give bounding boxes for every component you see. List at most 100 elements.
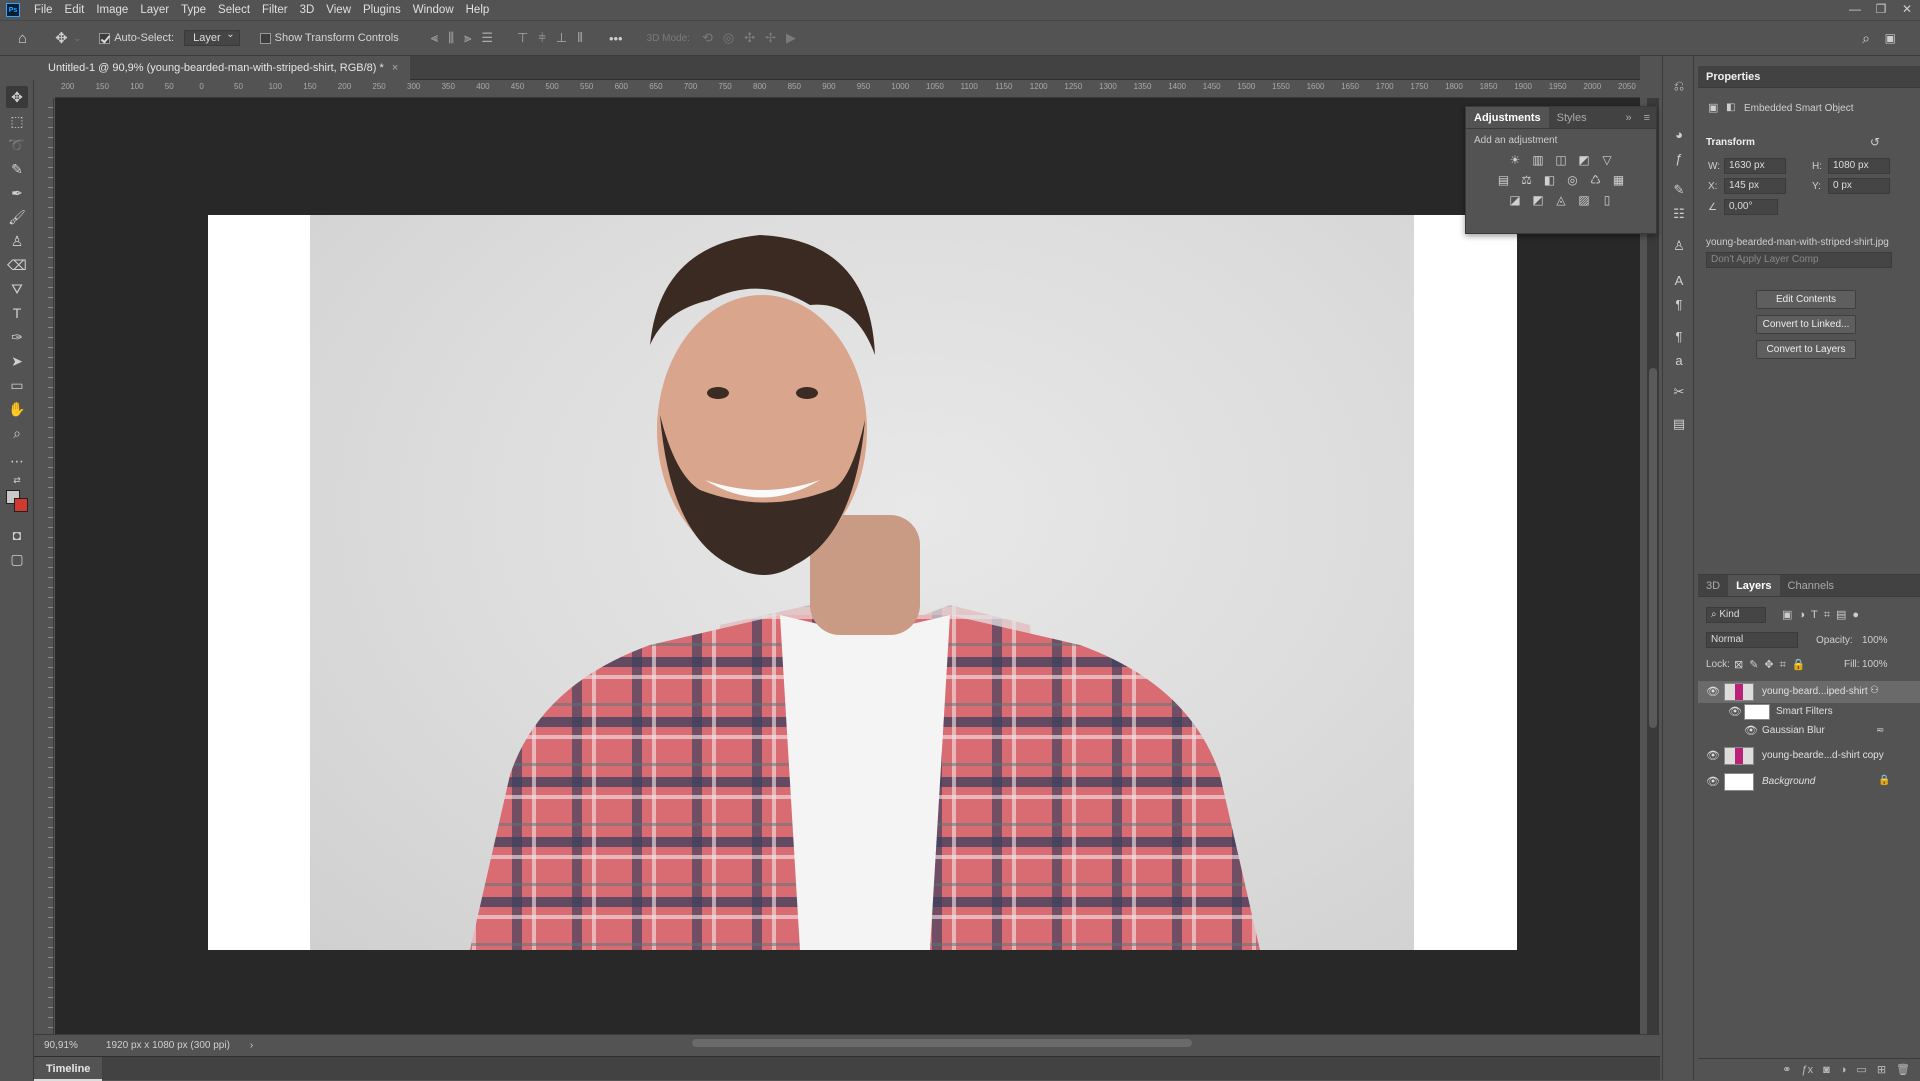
lock-icons[interactable]: ⊠✎✥⌗🔒 bbox=[1734, 658, 1812, 672]
marquee-tool-icon[interactable]: ⬚ bbox=[6, 110, 28, 132]
close-window-button[interactable]: ✕ bbox=[1894, 0, 1920, 20]
panel-menu-icon[interactable]: ≡ bbox=[1638, 107, 1656, 128]
restore-button[interactable]: ❐ bbox=[1868, 0, 1894, 20]
vibrance-icon[interactable]: ▽ bbox=[1599, 152, 1615, 168]
edit-contents-button[interactable]: Edit Contents bbox=[1756, 290, 1856, 309]
menu-window[interactable]: Window bbox=[407, 4, 460, 16]
pen-tool-icon[interactable]: ✑ bbox=[6, 326, 28, 348]
color-lookup-icon[interactable]: ▦ bbox=[1611, 172, 1627, 188]
menu-help[interactable]: Help bbox=[460, 4, 496, 16]
portrait-photo[interactable] bbox=[310, 215, 1414, 950]
zoom-level[interactable]: 90,91% bbox=[44, 1040, 78, 1051]
auto-select-checkbox[interactable]: Auto-Select: bbox=[99, 32, 174, 44]
reset-transform-icon[interactable]: ↺ bbox=[1870, 135, 1880, 149]
visibility-eye-icon[interactable]: 👁 bbox=[1706, 749, 1720, 762]
filter-options-icon[interactable]: ≂ bbox=[1876, 725, 1884, 736]
layer-mask-icon[interactable]: ◧ bbox=[1726, 102, 1735, 113]
convert-to-layers-button[interactable]: Convert to Layers bbox=[1756, 340, 1856, 359]
y-field[interactable]: 0 px bbox=[1828, 178, 1890, 194]
move-tool-icon[interactable]: ✥ bbox=[6, 86, 28, 108]
collapse-panel-icon[interactable]: » bbox=[1619, 107, 1637, 128]
show-transform-checkbox[interactable]: Show Transform Controls bbox=[259, 32, 399, 44]
color-balance-icon[interactable]: ⚖ bbox=[1519, 172, 1535, 188]
visibility-eye-icon[interactable]: 👁 bbox=[1706, 685, 1720, 698]
blend-mode-dropdown[interactable]: Normal bbox=[1706, 632, 1798, 648]
menu-view[interactable]: View bbox=[320, 4, 357, 16]
screen-mode-icon[interactable]: ▢ bbox=[6, 548, 28, 570]
camera-3d-icon[interactable]: ▶ bbox=[786, 30, 796, 46]
posterize-icon[interactable]: ◩ bbox=[1530, 192, 1546, 208]
eraser-tool-icon[interactable]: ⌫ bbox=[6, 254, 28, 276]
layer-row-background[interactable]: 👁 Background 🔒 bbox=[1698, 771, 1920, 793]
threshold-icon[interactable]: ◬ bbox=[1553, 192, 1569, 208]
timeline-tab[interactable]: Timeline bbox=[34, 1057, 103, 1081]
swap-colors-icon[interactable]: ⇄ bbox=[6, 474, 28, 486]
glyphs-icon[interactable]: a bbox=[1669, 350, 1689, 370]
width-field[interactable]: 1630 px bbox=[1724, 158, 1786, 174]
drag-3d-icon[interactable]: ✣ bbox=[744, 30, 755, 46]
slide-3d-icon[interactable]: ✢ bbox=[765, 30, 776, 46]
history-icon[interactable]: ⎌ bbox=[1669, 76, 1689, 96]
align-top-icon[interactable]: ⊤ bbox=[517, 30, 528, 46]
menu-filter[interactable]: Filter bbox=[256, 4, 294, 16]
angle-field[interactable]: 0,00° bbox=[1724, 199, 1778, 215]
layer-filter-icons[interactable]: ▣◑T⌗▤● bbox=[1782, 608, 1865, 622]
menu-type[interactable]: Type bbox=[175, 4, 212, 16]
exposure-icon[interactable]: ◩ bbox=[1576, 152, 1592, 168]
paragraph-styles-icon[interactable]: ¶ bbox=[1669, 326, 1689, 346]
visibility-eye-icon[interactable]: 👁 bbox=[1728, 705, 1742, 718]
workspace-icon[interactable]: ▣ bbox=[1885, 31, 1896, 45]
zoom-tool-icon[interactable]: ⌕ bbox=[6, 422, 28, 444]
canvas-area[interactable] bbox=[55, 98, 1640, 1034]
tool-presets-icon[interactable]: ☷ bbox=[1669, 204, 1689, 224]
stamp-tool-icon[interactable]: ♙ bbox=[6, 230, 28, 252]
document-tab[interactable]: Untitled-1 @ 90,9% (young-bearded-man-wi… bbox=[40, 56, 411, 80]
delete-layer-icon[interactable]: 🗑 bbox=[1896, 1063, 1910, 1076]
x-field[interactable]: 145 px bbox=[1724, 178, 1786, 194]
rectangle-tool-icon[interactable]: ▭ bbox=[6, 374, 28, 396]
visibility-eye-icon[interactable]: 👁 bbox=[1706, 775, 1720, 788]
curves-icon[interactable]: ◫ bbox=[1553, 152, 1569, 168]
document-canvas[interactable] bbox=[208, 215, 1517, 950]
path-selection-tool-icon[interactable]: ➤ bbox=[6, 350, 28, 372]
invert-icon[interactable]: ◪ bbox=[1507, 192, 1523, 208]
orbit-3d-icon[interactable]: ⟲ bbox=[702, 30, 713, 46]
menu-file[interactable]: File bbox=[28, 4, 59, 16]
close-tab-icon[interactable]: × bbox=[392, 56, 398, 80]
menu-3d[interactable]: 3D bbox=[294, 4, 321, 16]
distribute-h-icon[interactable]: ☰ bbox=[481, 30, 493, 46]
visibility-eye-icon[interactable]: 👁 bbox=[1744, 724, 1758, 737]
quick-selection-tool-icon[interactable]: ✎ bbox=[6, 158, 28, 180]
fx-styles-icon[interactable]: ƒ bbox=[1669, 148, 1689, 168]
photo-filter-icon[interactable]: ◎ bbox=[1565, 172, 1581, 188]
new-adjustment-icon[interactable]: ◑ bbox=[1840, 1064, 1847, 1076]
brush-tool-icon[interactable]: 🖌 bbox=[6, 206, 28, 228]
layer-comp-dropdown[interactable]: Don't Apply Layer Comp bbox=[1706, 252, 1892, 268]
selective-color-icon[interactable]: ▨ bbox=[1576, 192, 1592, 208]
horizontal-scrollbar-thumb[interactable] bbox=[692, 1039, 1192, 1047]
tools-customize-icon[interactable]: ✂ bbox=[1669, 382, 1689, 402]
channel-mixer-icon[interactable]: ♺ bbox=[1588, 172, 1604, 188]
brush-settings-icon[interactable]: ✎ bbox=[1669, 180, 1689, 200]
horizontal-scrollbar[interactable] bbox=[260, 1036, 1630, 1050]
black-white-icon[interactable]: ◧ bbox=[1542, 172, 1558, 188]
layer-row-copy[interactable]: 👁 young-bearde...d-shirt copy bbox=[1698, 745, 1920, 767]
notes-icon[interactable]: ▤ bbox=[1669, 414, 1689, 434]
lasso-tool-icon[interactable]: ➰ bbox=[6, 134, 28, 156]
hand-tool-icon[interactable]: ✋ bbox=[6, 398, 28, 420]
color-panel-icon[interactable]: ◕ bbox=[1669, 124, 1689, 144]
fill-value[interactable]: 100% bbox=[1862, 659, 1888, 670]
menu-image[interactable]: Image bbox=[90, 4, 134, 16]
align-bottom-icon[interactable]: ⊥ bbox=[556, 30, 567, 46]
menu-edit[interactable]: Edit bbox=[59, 4, 91, 16]
paragraph-icon[interactable]: ¶ bbox=[1669, 294, 1689, 314]
add-mask-icon[interactable]: ◙ bbox=[1823, 1064, 1830, 1076]
vertical-scrollbar[interactable] bbox=[1647, 98, 1659, 1034]
vertical-scrollbar-thumb[interactable] bbox=[1649, 368, 1657, 728]
menu-plugins[interactable]: Plugins bbox=[357, 4, 407, 16]
auto-select-target-dropdown[interactable]: Layer bbox=[184, 29, 240, 46]
more-tools-icon[interactable]: ⋯ bbox=[6, 450, 28, 472]
new-layer-icon[interactable]: ⊞ bbox=[1877, 1063, 1886, 1076]
align-right-icon[interactable]: ⫸ bbox=[464, 30, 471, 46]
more-options-button[interactable]: ••• bbox=[609, 31, 623, 46]
